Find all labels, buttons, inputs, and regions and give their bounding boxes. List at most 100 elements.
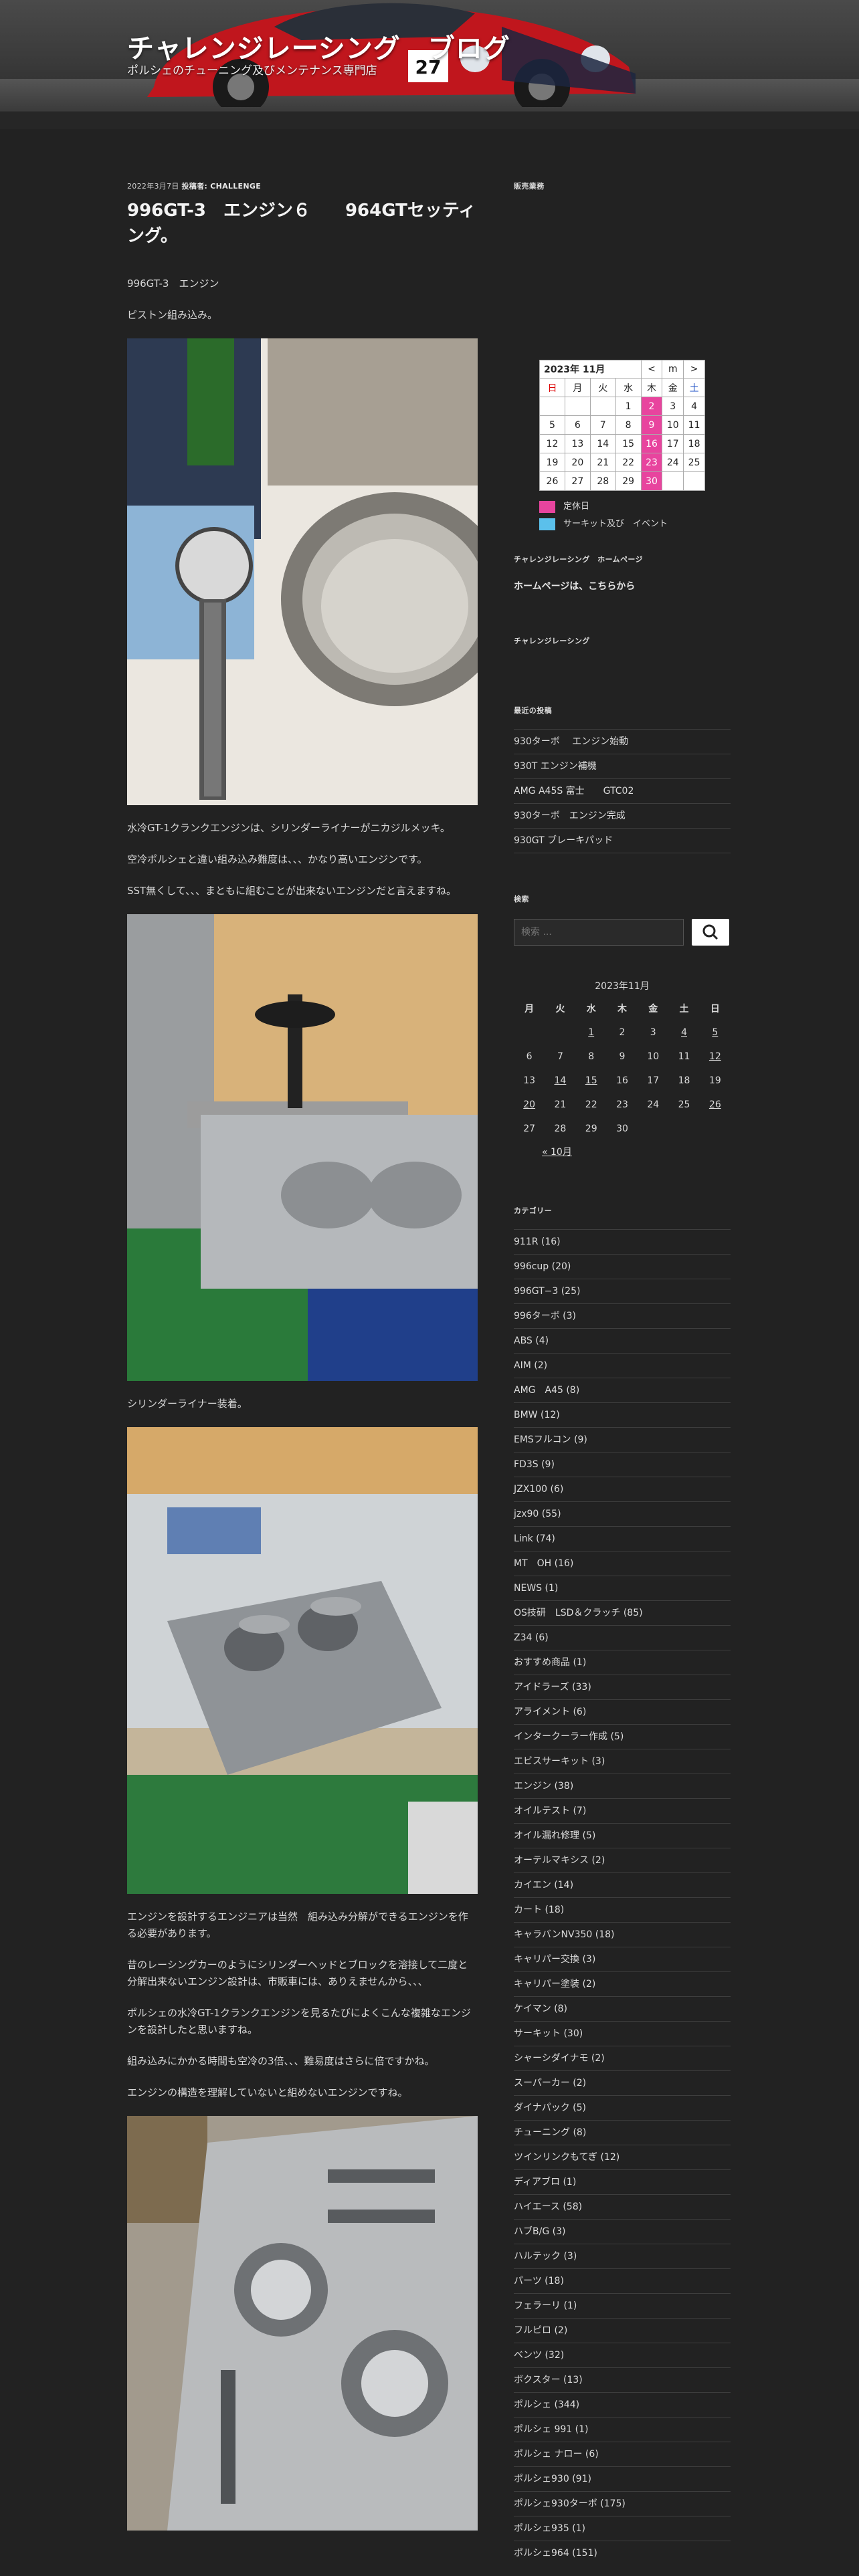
category-link[interactable]: ABS (4) <box>514 1328 731 1353</box>
category-link[interactable]: オイルテスト (7) <box>514 1798 731 1823</box>
cal-day-link[interactable]: 15 <box>576 1069 607 1093</box>
biz-day: 28 <box>589 471 616 491</box>
post-article: 2022年3月7日 投稿者: CHALLENGE 996GT-3 エンジン６ 9… <box>127 181 478 2531</box>
category-link[interactable]: OS技研 LSD＆クラッチ (85) <box>514 1600 731 1625</box>
post-paragraph: 昔のレーシングカーのようにシリンダーヘッドとブロックを溶接して二度と分解出来ない… <box>127 1959 468 1988</box>
legend-holiday-label: 定休日 <box>563 502 590 512</box>
post-paragraph: エンジンを設計するエンジニアは当然 組み込み分解ができるエンジンを作る必要があり… <box>127 1911 468 1939</box>
recent-post-link[interactable]: 930GT ブレーキパッド <box>514 828 731 853</box>
category-link[interactable]: JZX100 (6) <box>514 1477 731 1501</box>
biz-day: 15 <box>615 434 642 453</box>
cal-day: 30 <box>616 1123 628 1134</box>
category-link[interactable]: 996GT−3 (25) <box>514 1279 731 1303</box>
category-link[interactable]: ベンツ (32) <box>514 2343 731 2367</box>
category-link[interactable]: カート (18) <box>514 1897 731 1922</box>
cal-day-link[interactable]: 5 <box>700 1021 731 1045</box>
post-meta: 2022年3月7日 投稿者: CHALLENGE <box>127 181 478 191</box>
recent-post-link[interactable]: 930ターボ エンジン完成 <box>514 803 731 828</box>
category-link[interactable]: NEWS (1) <box>514 1576 731 1600</box>
biz-prev-button[interactable]: < <box>640 360 663 379</box>
category-link[interactable]: ポルシェ ナロー (6) <box>514 2442 731 2466</box>
biz-month-button[interactable]: m <box>662 360 684 379</box>
category-link[interactable]: オイル漏れ修理 (5) <box>514 1823 731 1848</box>
cal-day-link[interactable]: 26 <box>700 1093 731 1117</box>
category-link[interactable]: AIM (2) <box>514 1353 731 1378</box>
category-link[interactable]: アライメント (6) <box>514 1699 731 1724</box>
cal-day: 9 <box>619 1051 626 1062</box>
category-link[interactable]: フルピロ (2) <box>514 2318 731 2343</box>
biz-day: 5 <box>539 415 565 435</box>
cal-day-link[interactable]: 1 <box>576 1021 607 1045</box>
category-link[interactable]: ポルシェ930ターボ (175) <box>514 2491 731 2516</box>
cal-day: 19 <box>708 1075 721 1086</box>
category-link[interactable]: ケイマン (8) <box>514 1996 731 2021</box>
category-link[interactable]: キャリパー塗装 (2) <box>514 1971 731 1996</box>
cal-day: 24 <box>647 1099 660 1110</box>
category-link[interactable]: ディアブロ (1) <box>514 2169 731 2194</box>
category-link[interactable]: MT OH (16) <box>514 1551 731 1576</box>
category-link[interactable]: Link (74) <box>514 1526 731 1551</box>
category-link[interactable]: ハルテック (3) <box>514 2244 731 2268</box>
category-link[interactable]: ポルシェ964 (151) <box>514 2541 731 2565</box>
category-link[interactable]: エビスサーキット (3) <box>514 1749 731 1774</box>
category-link[interactable]: ツインリンクもてぎ (12) <box>514 2145 731 2169</box>
category-link[interactable]: ハブB/G (3) <box>514 2219 731 2244</box>
cal-day <box>638 1117 668 1141</box>
cal-day-link[interactable]: 4 <box>668 1021 699 1045</box>
site-title[interactable]: チャレンジレーシング ブログ <box>127 27 510 66</box>
category-link[interactable]: インタークーラー作成 (5) <box>514 1724 731 1749</box>
category-link[interactable]: カイエン (14) <box>514 1872 731 1897</box>
category-link[interactable]: 911R (16) <box>514 1229 731 1254</box>
category-link[interactable]: おすすめ商品 (1) <box>514 1650 731 1675</box>
category-link[interactable]: 996ターボ (3) <box>514 1303 731 1328</box>
category-link[interactable]: FD3S (9) <box>514 1452 731 1477</box>
biz-day <box>662 471 684 491</box>
recent-post-link[interactable]: 930ターボ エンジン始動 <box>514 729 731 754</box>
biz-next-button[interactable]: > <box>683 360 705 379</box>
category-link[interactable]: Z34 (6) <box>514 1625 731 1650</box>
category-link[interactable]: サーキット (30) <box>514 2021 731 2046</box>
cal-day-link[interactable]: 12 <box>700 1045 731 1069</box>
category-link[interactable]: 996cup (20) <box>514 1254 731 1279</box>
cal-day-link[interactable]: 14 <box>545 1069 575 1093</box>
cal-day <box>700 1117 731 1141</box>
biz-day: 19 <box>539 453 565 472</box>
widget-title-recent: 最近の投稿 <box>514 706 552 715</box>
category-link[interactable]: ボクスター (13) <box>514 2367 731 2392</box>
category-link[interactable]: エンジン (38) <box>514 1774 731 1798</box>
category-link[interactable]: チューニング (8) <box>514 2120 731 2145</box>
category-link[interactable]: アイドラーズ (33) <box>514 1675 731 1699</box>
biz-day-holiday: 23 <box>640 453 663 472</box>
cal-day-link[interactable]: 20 <box>514 1093 545 1117</box>
category-link[interactable]: ポルシェ935 (1) <box>514 2516 731 2541</box>
recent-posts-list: 930ターボ エンジン始動 930T エンジン補機 AMG A45S 富士 GT… <box>514 729 731 853</box>
search-input[interactable] <box>514 919 684 946</box>
biz-day: 7 <box>589 415 616 435</box>
recent-post-link[interactable]: AMG A45S 富士 GTC02 <box>514 778 731 803</box>
search-button[interactable] <box>692 919 729 946</box>
category-link[interactable]: パーツ (18) <box>514 2268 731 2293</box>
category-link[interactable]: フェラーリ (1) <box>514 2293 731 2318</box>
category-link[interactable]: オーテルマキシス (2) <box>514 1848 731 1872</box>
cal-day: 7 <box>557 1051 563 1062</box>
post-author[interactable]: 投稿者: CHALLENGE <box>182 182 262 191</box>
category-link[interactable]: ハイエース (58) <box>514 2194 731 2219</box>
cal-day: 6 <box>526 1051 533 1062</box>
category-link[interactable]: ポルシェ930 (91) <box>514 2466 731 2491</box>
calendar-prev-link[interactable]: « 10月 <box>542 1145 731 1158</box>
category-link[interactable]: BMW (12) <box>514 1402 731 1427</box>
category-link[interactable]: ポルシェ (344) <box>514 2392 731 2417</box>
recent-post-link[interactable]: 930T エンジン補機 <box>514 754 731 778</box>
category-link[interactable]: ポルシェ 991 (1) <box>514 2417 731 2442</box>
post-date[interactable]: 2022年3月7日 <box>127 182 179 191</box>
category-link[interactable]: キャリパー交換 (3) <box>514 1947 731 1971</box>
category-link[interactable]: AMG A45 (8) <box>514 1378 731 1402</box>
cal-day <box>668 1117 699 1141</box>
category-link[interactable]: jzx90 (55) <box>514 1501 731 1526</box>
category-link[interactable]: ダイナパック (5) <box>514 2095 731 2120</box>
category-link[interactable]: キャラバンNV350 (18) <box>514 1922 731 1947</box>
category-link[interactable]: EMSフルコン (9) <box>514 1427 731 1452</box>
category-link[interactable]: シャーシダイナモ (2) <box>514 2046 731 2070</box>
homepage-link[interactable]: ホームページは、こちらから <box>514 579 731 593</box>
category-link[interactable]: スーパーカー (2) <box>514 2070 731 2095</box>
